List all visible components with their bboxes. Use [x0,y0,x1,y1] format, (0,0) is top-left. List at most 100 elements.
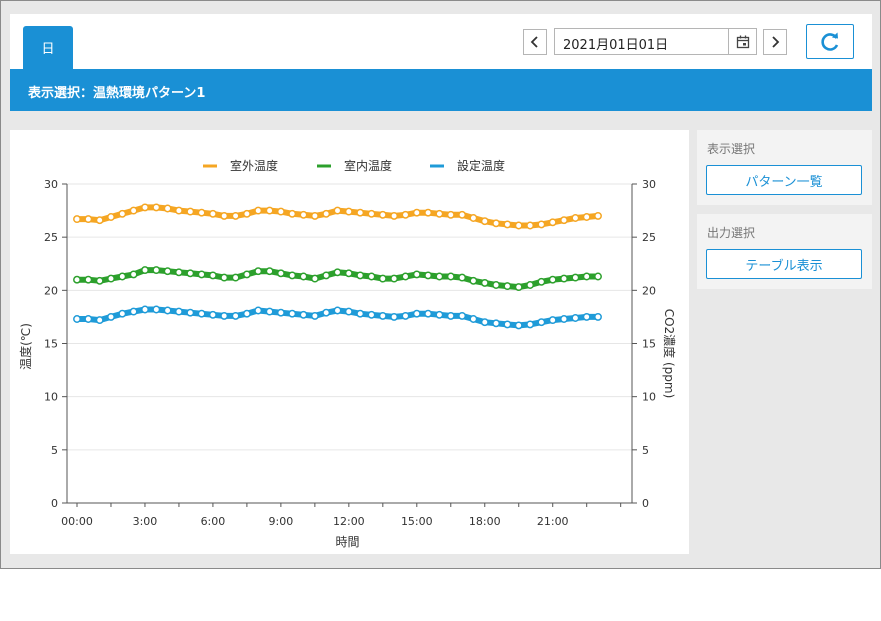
x-tick-label: 21:00 [537,515,569,528]
data-point [231,211,240,220]
data-point [208,310,217,319]
data-point [560,216,568,225]
data-point [186,269,195,278]
data-point [333,306,342,315]
table-view-button[interactable]: テーブル表示 [706,249,862,279]
date-value: 2021月01日01日 [563,38,669,53]
data-point [118,209,127,218]
data-point [526,281,535,289]
x-tick-label: 9:00 [269,515,294,528]
data-point [469,214,478,222]
data-point [412,270,421,279]
calendar-icon [736,35,749,48]
data-point [174,206,183,215]
data-point [503,282,512,291]
data-point [390,274,399,283]
data-point [322,271,331,280]
data-point [333,268,342,277]
data-point [163,267,172,276]
data-point [197,270,206,279]
x-tick-label: 3:00 [133,515,158,528]
data-point [424,271,433,280]
data-point [424,208,433,217]
data-point [242,309,251,318]
data-point [560,315,568,323]
data-point [208,209,217,218]
data-point [310,211,319,220]
data-point [129,270,138,279]
data-point [412,208,421,217]
display-select-panel: 表示選択 パターン一覧 [697,130,872,205]
data-point [174,268,183,277]
y2-tick-label: 20 [642,284,656,297]
data-point [141,266,149,275]
data-point [344,269,353,278]
data-point [469,276,478,285]
data-point [401,311,410,320]
data-point [446,272,455,281]
data-point [73,215,81,224]
y2-tick-label: 0 [642,497,649,510]
data-point [367,209,376,218]
tab-day[interactable]: 日 [23,26,73,69]
data-point [571,273,580,282]
data-point [186,308,195,317]
data-point [95,216,104,225]
data-point [548,275,557,284]
refresh-button[interactable] [806,24,854,59]
y-tick-label: 0 [51,497,58,510]
data-point [344,307,353,316]
data-point [594,272,602,281]
data-point [73,315,81,323]
data-point [401,210,410,219]
data-point [84,315,93,323]
data-point [401,272,410,281]
pattern-list-button[interactable]: パターン一覧 [706,165,862,195]
date-input[interactable]: 2021月01日01日 [554,28,757,55]
data-point [288,209,297,218]
data-point [254,306,263,315]
x-axis-title: 時間 [335,535,359,549]
data-point [107,274,115,283]
data-point [560,274,568,283]
data-point [265,206,274,215]
data-point [163,306,172,315]
data-point [276,269,285,278]
output-select-title: 出力選択 [707,226,756,240]
data-point [435,310,444,319]
data-point [322,209,331,218]
data-point [492,281,501,289]
data-point [548,218,557,227]
data-point [95,316,104,325]
data-point [186,207,195,216]
data-point [299,310,308,319]
y-tick-label: 5 [51,444,58,457]
data-point [458,210,467,219]
data-point [548,316,557,325]
y2-tick-label: 30 [642,178,656,191]
data-point [492,319,501,328]
data-point [107,213,115,221]
y2-tick-label: 10 [642,391,656,404]
data-point [242,270,251,279]
legend-label: 設定温度 [457,158,505,173]
data-point [458,273,467,282]
data-point [288,309,297,318]
display-select-title: 表示選択 [707,142,756,156]
data-point [571,214,580,222]
data-point [129,206,138,215]
next-date-button[interactable] [763,29,787,55]
data-point [288,271,297,280]
chart-panel: 0 0 5 5 10 10 15 15 20 20 25 25 30 30 00:00 3:00 6:00 9:0… [10,130,689,554]
calendar-button[interactable] [728,29,756,54]
data-point [322,308,331,317]
data-point [571,314,580,322]
data-point [480,318,489,327]
data-point [107,312,115,321]
data-point [310,311,319,320]
prev-date-button[interactable] [523,29,547,55]
data-point [514,321,523,330]
y-tick-label: 25 [44,231,58,244]
data-point [95,276,104,285]
y2-tick-label: 15 [642,338,656,351]
